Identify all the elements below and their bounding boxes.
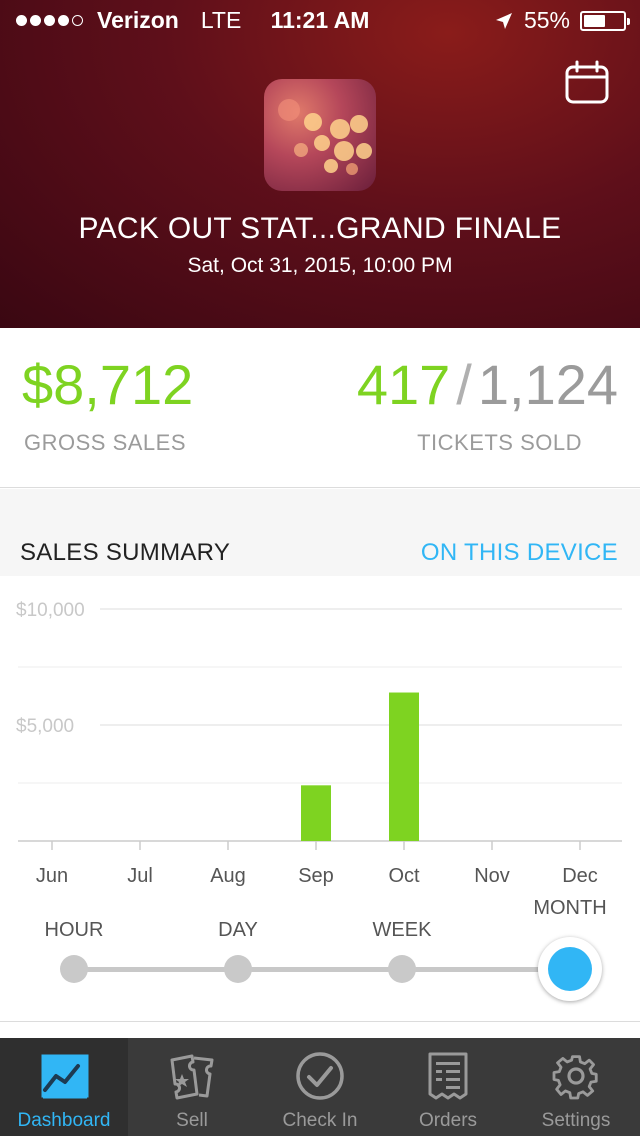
sales-summary-title: SALES SUMMARY [20, 539, 231, 566]
tab-sell[interactable]: Sell [128, 1038, 256, 1136]
status-bar: Verizon LTE 11:21 AM 55% [0, 0, 640, 40]
tickets-sold-value: 417 [356, 353, 451, 416]
bokeh-light [304, 113, 322, 131]
battery-icon [580, 10, 630, 31]
tab-settings[interactable]: Settings [512, 1038, 640, 1136]
sales-bar-chart: $10,000 $5,000 Jun Jul Aug Sep Oct Nov Dec [16, 600, 622, 887]
on-this-device-link[interactable]: ON THIS DEVICE [421, 539, 618, 567]
y-tick-label: $10,000 [16, 600, 85, 621]
time-scale-label-hour: HOUR [44, 919, 104, 941]
chart-line-icon [41, 1054, 89, 1099]
time-scale-stop-month[interactable] [538, 937, 602, 1001]
bokeh-light [346, 163, 358, 175]
tickets-sold-label: TICKETS SOLD [417, 430, 582, 455]
tab-label: Dashboard [17, 1110, 111, 1131]
sales-summary-header: SALES SUMMARY ON THIS DEVICE [0, 489, 640, 576]
x-tick-label: Jul [127, 865, 153, 887]
add-to-calendar-button[interactable] [564, 60, 610, 106]
tickets-icon [170, 1054, 214, 1100]
tab-check-in[interactable]: Check In [256, 1038, 384, 1136]
tickets-total-value: 1,124 [477, 353, 618, 416]
status-right: 55% [494, 7, 630, 34]
y-tick-label: $5,000 [16, 716, 74, 737]
event-date: Sat, Oct 31, 2015, 10:00 PM [187, 254, 453, 277]
x-tick-label: Jun [36, 865, 68, 887]
tickets-separator: / [456, 353, 472, 416]
bokeh-light [314, 135, 330, 151]
bokeh-light [350, 115, 368, 133]
sales-chart-panel: $10,000 $5,000 Jun Jul Aug Sep Oct Nov Dec HOUR D… [0, 576, 640, 1022]
bar [301, 785, 331, 841]
event-title: PACK OUT STAT...GRAND FINALE [78, 212, 562, 245]
bokeh-light [334, 141, 354, 161]
time-scale-stop-week[interactable] [388, 955, 416, 983]
time-scale-label-week: WEEK [372, 919, 432, 941]
bokeh-light [330, 119, 350, 139]
x-tick-label: Sep [298, 865, 334, 887]
tab-label: Check In [282, 1110, 358, 1131]
bokeh-light [294, 143, 308, 157]
tab-label: Sell [176, 1110, 208, 1131]
battery-cap [627, 17, 630, 25]
battery-percent: 55% [523, 7, 570, 33]
battery-level [584, 14, 605, 27]
x-tick-label: Dec [562, 865, 598, 887]
tickets-count: 417/1,124 [357, 352, 618, 417]
x-tick-label: Oct [388, 865, 420, 887]
tab-bar: Dashboard Sell Check In Orders Settings [0, 1038, 640, 1136]
sales-stats: $8,712 GROSS SALES 417/1,124 TICKETS SOL… [0, 328, 640, 488]
tab-label: Orders [418, 1110, 478, 1131]
tab-dashboard[interactable]: Dashboard [0, 1038, 128, 1136]
gear-icon [552, 1055, 598, 1100]
bokeh-light [356, 143, 372, 159]
bokeh-light [324, 159, 338, 173]
x-tick-label: Nov [474, 865, 510, 887]
x-tick-label: Aug [210, 865, 246, 887]
time-scale-stop-hour[interactable] [60, 955, 88, 983]
time-scale-label-day: DAY [218, 919, 258, 941]
time-scale-stop-day[interactable] [224, 955, 252, 983]
calendar-icon [565, 60, 609, 104]
check-circle-icon [296, 1052, 344, 1100]
bar [389, 692, 419, 841]
time-scale-label-month: MONTH [533, 897, 607, 919]
tab-orders[interactable]: Orders [384, 1038, 512, 1136]
event-image [264, 79, 376, 191]
receipt-icon [428, 1052, 468, 1100]
time-scale-slider[interactable] [0, 937, 640, 1002]
gross-sales-label: GROSS SALES [24, 430, 187, 455]
gross-sales-value: $8,712 [22, 353, 194, 416]
event-header: Verizon LTE 11:21 AM 55% PACK OUT STAT..… [0, 0, 640, 328]
bokeh-light [278, 99, 300, 121]
tab-label: Settings [541, 1110, 611, 1131]
slider-track [74, 967, 570, 972]
location-arrow-icon [495, 12, 512, 29]
